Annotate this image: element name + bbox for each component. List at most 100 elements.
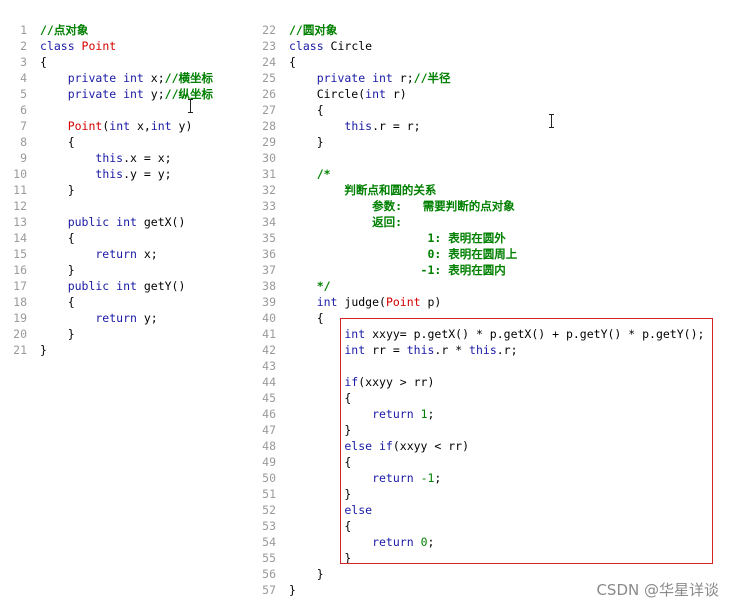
line-number: 8: [20, 135, 27, 149]
line-number: 23: [262, 39, 276, 53]
code-line[interactable]: 4 private int x;//横坐标: [0, 70, 250, 86]
code-token: {: [289, 311, 324, 325]
code-line[interactable]: 36 0: 表明在圆周上: [250, 246, 733, 262]
code-line[interactable]: 35 1: 表明在圆外: [250, 230, 733, 246]
code-token: {: [40, 55, 47, 69]
code-line[interactable]: 37 -1: 表明在圆内: [250, 262, 733, 278]
line-number: 15: [13, 247, 27, 261]
line-number: 34: [262, 215, 276, 229]
line-number: 16: [13, 263, 27, 277]
line-number: 53: [262, 519, 276, 533]
line-number: 25: [262, 71, 276, 85]
code-line[interactable]: 33 参数: 需要判断的点对象: [250, 198, 733, 214]
code-token: getX(): [143, 215, 186, 229]
line-number: 36: [262, 247, 276, 261]
code-token: private int: [40, 87, 151, 101]
code-line[interactable]: 23 class Circle: [250, 38, 733, 54]
code-token: x;: [150, 71, 165, 85]
line-number: 19: [13, 311, 27, 325]
code-token: //圆对象: [289, 23, 338, 37]
code-token: x,: [136, 119, 151, 133]
line-number: 17: [13, 279, 27, 293]
code-token: public int: [40, 215, 144, 229]
code-line[interactable]: 2 class Point: [0, 38, 250, 54]
code-line[interactable]: 15 return x;: [0, 246, 250, 262]
code-line[interactable]: 8 {: [0, 134, 250, 150]
code-line[interactable]: 7 Point(int x,int y): [0, 118, 250, 134]
code-token: {: [40, 295, 75, 309]
code-line[interactable]: 12: [0, 198, 250, 214]
code-line[interactable]: 38 */: [250, 278, 733, 294]
line-number: 43: [262, 359, 276, 373]
code-line[interactable]: 20 }: [0, 326, 250, 342]
code-line[interactable]: 13 public int getX(): [0, 214, 250, 230]
line-number: 50: [262, 471, 276, 485]
code-line[interactable]: 28 this.r = r;: [250, 118, 733, 134]
code-line[interactable]: 9 this.x = x;: [0, 150, 250, 166]
line-number: 44: [262, 375, 276, 389]
code-token: this: [344, 119, 373, 133]
code-token: Circle(: [289, 87, 366, 101]
code-line[interactable]: 6: [0, 102, 250, 118]
code-line[interactable]: 32 判断点和圆的关系: [250, 182, 733, 198]
code-token: private int: [40, 71, 151, 85]
code-line[interactable]: 19 return y;: [0, 310, 250, 326]
code-line[interactable]: 29 }: [250, 134, 733, 150]
code-token: y;: [150, 87, 165, 101]
code-pane-left[interactable]: 1//点对象 2 class Point 3{4 private int x;//横坐…: [0, 22, 250, 358]
line-number: 55: [262, 551, 276, 565]
line-number: 46: [262, 407, 276, 421]
code-line[interactable]: 34 返回:: [250, 214, 733, 230]
code-token: {: [40, 135, 75, 149]
code-token: {: [289, 55, 296, 69]
code-line[interactable]: 21}: [0, 342, 250, 358]
code-line[interactable]: 27 {: [250, 102, 733, 118]
line-number: 13: [13, 215, 27, 229]
code-token: Point: [385, 295, 421, 309]
code-token: this: [95, 167, 124, 181]
watermark: CSDN @华星详谈: [596, 581, 719, 599]
code-line[interactable]: 11 }: [0, 182, 250, 198]
code-line[interactable]: 26 Circle(int r): [250, 86, 733, 102]
line-number: 6: [20, 103, 27, 117]
code-token: //半径: [413, 71, 451, 85]
code-line[interactable]: 16 }: [0, 262, 250, 278]
code-token: int: [109, 119, 137, 133]
line-number: 3: [20, 55, 27, 69]
code-token: y): [178, 119, 193, 133]
code-line[interactable]: 10 this.y = y;: [0, 166, 250, 182]
line-number: 49: [262, 455, 276, 469]
code-token: .y = y;: [123, 167, 172, 181]
highlight-box: [340, 318, 713, 564]
line-number: 38: [262, 279, 276, 293]
code-line[interactable]: 24 {: [250, 54, 733, 70]
code-line[interactable]: 18 {: [0, 294, 250, 310]
line-number: 9: [20, 151, 27, 165]
line-number: 28: [262, 119, 276, 133]
code-token: p): [420, 295, 442, 309]
code-line[interactable]: 31 /*: [250, 166, 733, 182]
line-number: 29: [262, 135, 276, 149]
code-token: 0: 表明在圆周上: [289, 247, 518, 261]
code-token: return: [40, 311, 144, 325]
code-token: }: [289, 135, 324, 149]
code-line[interactable]: 3{: [0, 54, 250, 70]
code-token: public int: [40, 279, 144, 293]
code-line[interactable]: 25 private int r;//半径: [250, 70, 733, 86]
code-line[interactable]: 17 public int getY(): [0, 278, 250, 294]
line-number: 51: [262, 487, 276, 501]
line-number: 10: [13, 167, 27, 181]
line-number: 39: [262, 295, 276, 309]
code-line[interactable]: 1 //点对象: [0, 22, 250, 38]
code-token: */: [289, 279, 331, 293]
code-line[interactable]: 30: [250, 150, 733, 166]
code-line[interactable]: 39 int judge(Point p): [250, 294, 733, 310]
line-number: 30: [262, 151, 276, 165]
code-line[interactable]: 5 private int y;//纵坐标: [0, 86, 250, 102]
code-token: -1: 表明在圆内: [289, 263, 506, 277]
code-line[interactable]: 14 {: [0, 230, 250, 246]
code-line[interactable]: 22 //圆对象: [250, 22, 733, 38]
